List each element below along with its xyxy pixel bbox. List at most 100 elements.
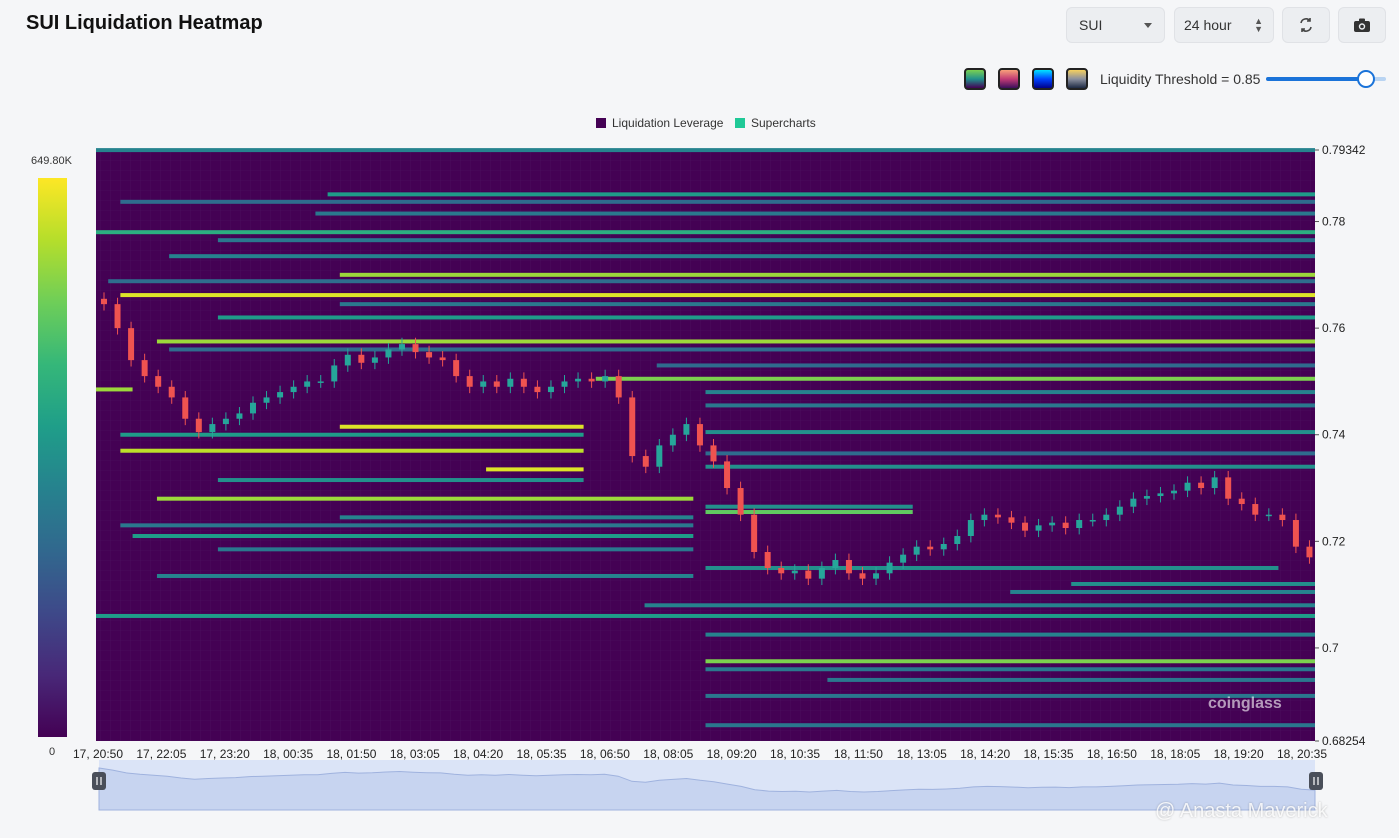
candle-body — [954, 536, 961, 544]
candle-body — [724, 461, 731, 489]
liquidity-band — [169, 347, 1315, 352]
candle-body — [1306, 546, 1313, 558]
liquidity-band — [217, 547, 694, 552]
candle-body — [317, 381, 324, 383]
candle-body — [575, 378, 582, 382]
liquidity-band — [595, 376, 1315, 381]
candle-body — [1089, 520, 1096, 522]
candle-body — [832, 559, 839, 568]
x-tick-label: 18, 08:05 — [643, 747, 693, 761]
navigator-left-handle[interactable] — [92, 772, 106, 790]
liquidity-band — [656, 363, 1315, 368]
candle-body — [967, 520, 974, 537]
y-tick-label: 0.68254 — [1322, 734, 1366, 748]
heatmap-chart[interactable]: 0.79342 0.78 0.76 0.74 0.72 0.7 0.68254 17, 20… — [0, 0, 1399, 838]
candle-body — [696, 424, 703, 446]
candle-body — [344, 354, 351, 366]
liquidity-band — [705, 451, 1315, 456]
candle-body — [764, 551, 771, 568]
candle-body — [805, 570, 812, 579]
liquidity-band — [705, 565, 1279, 570]
candle-body — [1022, 522, 1029, 531]
candle-body — [1211, 477, 1218, 489]
x-tick-label: 18, 18:05 — [1150, 747, 1200, 761]
candle-body — [277, 392, 284, 398]
liquidity-band — [644, 603, 1315, 608]
liquidity-band — [96, 230, 1315, 235]
x-tick-label: 18, 00:35 — [263, 747, 313, 761]
x-tick-label: 18, 03:05 — [390, 747, 440, 761]
x-tick-label: 18, 14:20 — [960, 747, 1010, 761]
candle-body — [629, 397, 636, 457]
liquidity-band — [705, 667, 1315, 672]
y-tick-label: 0.72 — [1322, 534, 1346, 548]
liquidity-band — [705, 430, 1315, 435]
candle-body — [1103, 514, 1110, 521]
candle-body — [1279, 514, 1286, 521]
candle-body — [751, 514, 758, 552]
candle-body — [141, 360, 148, 377]
candle-body — [1252, 504, 1259, 515]
liquidity-band — [120, 432, 584, 437]
liquidity-band — [120, 448, 584, 453]
candle-body — [263, 397, 270, 403]
candle-body — [656, 445, 663, 467]
liquidity-band — [315, 211, 1315, 216]
candle-body — [114, 304, 121, 329]
candle-body — [1062, 522, 1069, 529]
candle-body — [642, 456, 649, 467]
x-tick-label: 18, 15:35 — [1024, 747, 1074, 761]
navigator-right-handle[interactable] — [1309, 772, 1323, 790]
candle-body — [927, 546, 934, 550]
candle-body — [547, 386, 554, 393]
candle-body — [534, 386, 541, 393]
liquidity-band — [156, 573, 694, 578]
candle-body — [1143, 496, 1150, 499]
y-tick-label: 0.78 — [1322, 215, 1346, 229]
candle-body — [561, 381, 568, 387]
x-tick-label: 18, 11:50 — [834, 747, 883, 761]
candle-body — [615, 376, 622, 398]
candle-body — [981, 514, 988, 521]
liquidity-band — [217, 478, 584, 483]
candle-body — [236, 413, 243, 419]
candle-body — [507, 378, 514, 387]
x-tick-label: 18, 06:50 — [580, 747, 630, 761]
candle-body — [588, 378, 595, 382]
candle-body — [168, 386, 175, 398]
x-tick-label: 17, 23:20 — [200, 747, 250, 761]
candle-body — [1008, 517, 1015, 523]
candle-body — [1157, 493, 1164, 497]
candle-body — [290, 386, 297, 393]
liquidity-band — [169, 254, 1315, 259]
candle-body — [480, 381, 487, 387]
liquidity-band — [327, 192, 1315, 197]
candle-body — [439, 357, 446, 361]
liquidity-band — [705, 464, 1315, 469]
candle-body — [358, 354, 365, 363]
candle-body — [940, 544, 947, 550]
x-tick-label: 18, 10:35 — [770, 747, 820, 761]
candle-body — [859, 573, 866, 579]
candle-body — [398, 344, 405, 350]
liquidity-band — [339, 302, 1315, 307]
liquidity-band — [705, 510, 913, 515]
candle-body — [683, 424, 690, 435]
candle-body — [669, 434, 676, 446]
candle-body — [426, 352, 433, 358]
liquidity-band — [1010, 589, 1315, 594]
liquidity-band — [120, 199, 1315, 204]
liquidity-band — [96, 613, 1315, 618]
candle-body — [1116, 506, 1123, 515]
candle-body — [873, 573, 880, 579]
candle-body — [209, 424, 216, 433]
candle-body — [1292, 520, 1299, 547]
liquidity-band — [156, 339, 1316, 344]
candle-body — [466, 376, 473, 387]
liquidity-band — [705, 504, 913, 509]
watermark-text: @ Anasta Maverick — [1155, 800, 1328, 822]
candle-body — [1225, 477, 1232, 499]
candle-body — [249, 402, 256, 414]
candle-body — [1049, 522, 1056, 526]
liquidity-band — [120, 293, 1315, 298]
